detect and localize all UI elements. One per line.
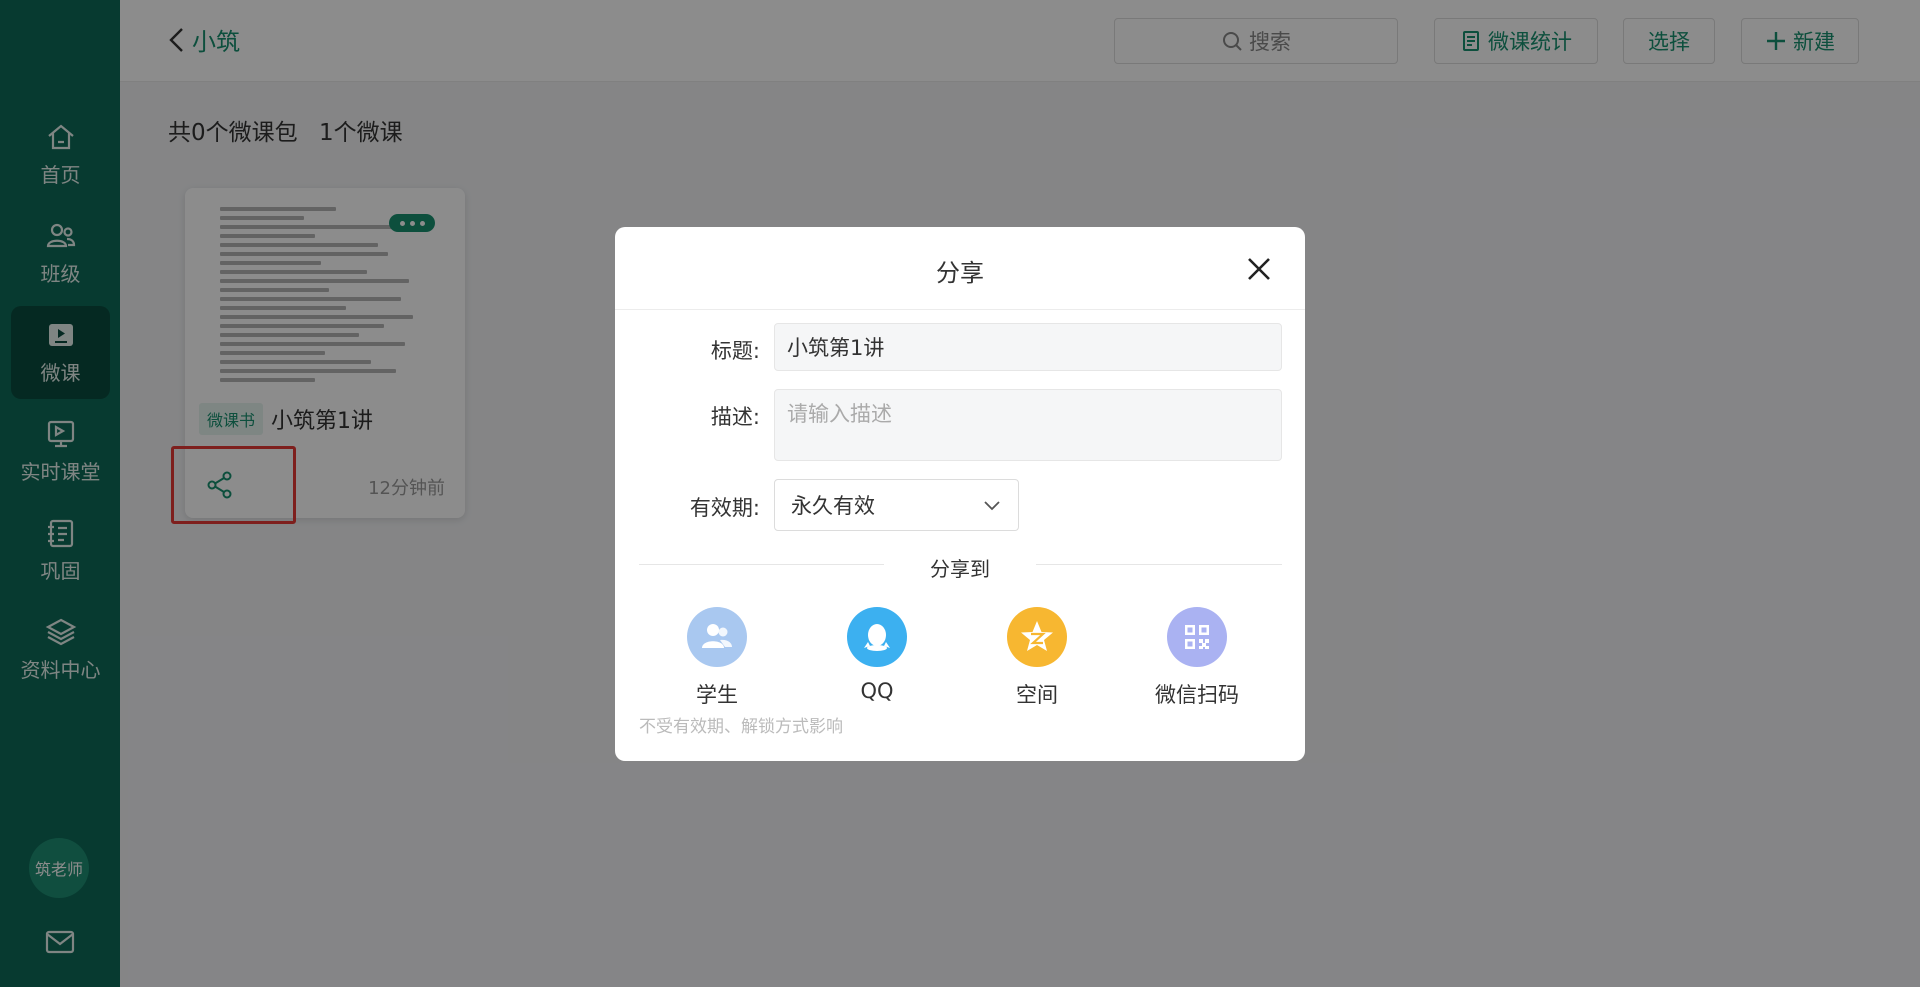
title-value: 小筑第1讲: [787, 336, 885, 360]
share-option-wechat-qr[interactable]: 微信扫码: [1137, 607, 1257, 709]
desc-placeholder: 请输入描述: [787, 402, 892, 426]
share-option-label: 微信扫码: [1155, 683, 1239, 707]
title-field[interactable]: 小筑第1讲: [774, 323, 1282, 371]
qrcode-icon: [1185, 625, 1209, 649]
qq-icon: [864, 624, 890, 651]
validity-value: 永久有效: [791, 494, 875, 518]
chevron-down-icon: [984, 501, 1000, 511]
dialog-title: 分享: [936, 259, 984, 287]
validity-select[interactable]: 永久有效: [774, 479, 1019, 531]
share-option-student[interactable]: 学生: [657, 607, 777, 709]
share-option-label: 学生: [696, 683, 738, 707]
share-option-label: 空间: [1016, 683, 1058, 707]
share-to-heading: 分享到: [930, 557, 990, 581]
description-field[interactable]: 请输入描述: [774, 389, 1282, 461]
student-icon: [702, 624, 732, 648]
validity-label: 有效期:: [689, 496, 760, 520]
divider: [615, 309, 1305, 310]
title-label: 标题:: [710, 339, 760, 363]
qzone-icon: [1021, 621, 1053, 651]
share-option-qzone[interactable]: 空间: [977, 607, 1097, 709]
share-option-qq[interactable]: QQ: [817, 607, 937, 703]
close-icon[interactable]: [1245, 255, 1273, 283]
share-dialog: 分享 标题: 小筑第1讲 描述: 请输入描述 有效期: 永久有效 分享到 学生 …: [615, 227, 1305, 761]
desc-label: 描述:: [710, 405, 760, 429]
share-option-label: QQ: [860, 679, 894, 703]
share-note: 不受有效期、解锁方式影响: [639, 717, 843, 737]
